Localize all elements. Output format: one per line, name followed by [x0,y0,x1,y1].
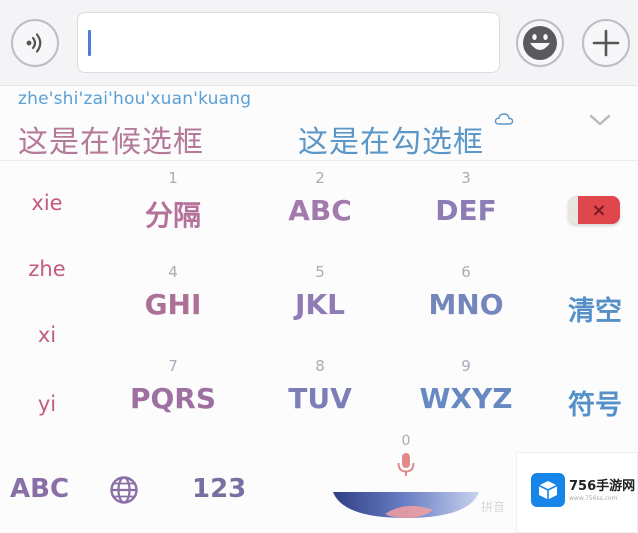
cloud-icon [494,113,514,125]
key-3[interactable]: 3 DEF [401,169,531,253]
key-7[interactable]: 7 PQRS [108,357,238,441]
collapse-candidates-button[interactable] [588,112,612,128]
key-label: DEF [435,194,497,227]
watermark: 756手游网 www.756ss.com [516,452,638,533]
plus-icon [592,29,620,57]
key-label: 分隔 [144,199,201,232]
box-logo-icon [531,473,565,507]
text-caret [88,30,91,56]
smiley-icon [523,26,557,60]
pinyin-option[interactable]: xie [0,191,94,215]
key-number: 8 [315,357,325,375]
key-number: 1 [168,169,178,187]
key-number: 3 [461,169,471,187]
candidate-item[interactable]: 这是在勾选框 [298,117,484,161]
symbols-button[interactable]: 符号 [555,383,635,422]
key-4[interactable]: 4 GHI [108,263,238,347]
clear-button[interactable]: 清空 [555,289,635,328]
mic-count: 0 [401,433,411,449]
chevron-down-icon [589,114,611,126]
add-button[interactable] [582,19,630,67]
emoji-button[interactable] [516,19,564,67]
key-number: 4 [168,263,178,281]
watermark-url: www.756ss.com [569,495,618,502]
key-8[interactable]: 8 TUV [255,357,385,441]
pinyin-option[interactable]: zhe [0,257,94,281]
pinyin-option[interactable]: yi [0,392,94,416]
key-number: 7 [168,357,178,375]
key-label: TUV [288,382,352,415]
key-9[interactable]: 9 WXYZ [401,357,531,441]
key-label: JKL [295,288,345,321]
input-toolbar [0,0,638,86]
key-number: 5 [315,263,325,281]
candidate-item[interactable]: 这是在候选框 [18,117,204,161]
key-label: ABC [288,194,352,227]
space-label: 拼音 [481,500,506,514]
voice-button[interactable] [11,19,59,67]
key-5[interactable]: 5 JKL [255,263,385,347]
key-label: PQRS [129,382,217,415]
key-1[interactable]: 1 分隔 [108,169,238,253]
microphone-icon[interactable] [396,452,416,478]
key-label: MNO [428,288,504,321]
key-6[interactable]: 6 MNO [401,263,531,347]
switch-number-button[interactable]: 123 [192,474,246,504]
key-number: 9 [461,357,471,375]
switch-abc-button[interactable]: ABC [10,474,69,504]
globe-icon[interactable] [109,475,139,505]
pinyin-option[interactable]: xi [0,323,94,347]
key-label: GHI [144,288,202,321]
voice-wave-icon [26,33,42,53]
key-number: 6 [461,263,471,281]
watermark-title: 756手游网 [569,479,636,494]
delete-button[interactable]: × [568,196,620,224]
key-label: WXYZ [419,382,513,415]
delete-icon: × [578,196,620,224]
divider [0,160,638,161]
pinyin-composition: zhe'shi'zai'hou'xuan'kuang [18,89,252,109]
key-number: 2 [315,169,325,187]
key-2[interactable]: 2 ABC [255,169,385,253]
text-input[interactable] [77,12,500,73]
space-bar[interactable] [333,490,479,520]
